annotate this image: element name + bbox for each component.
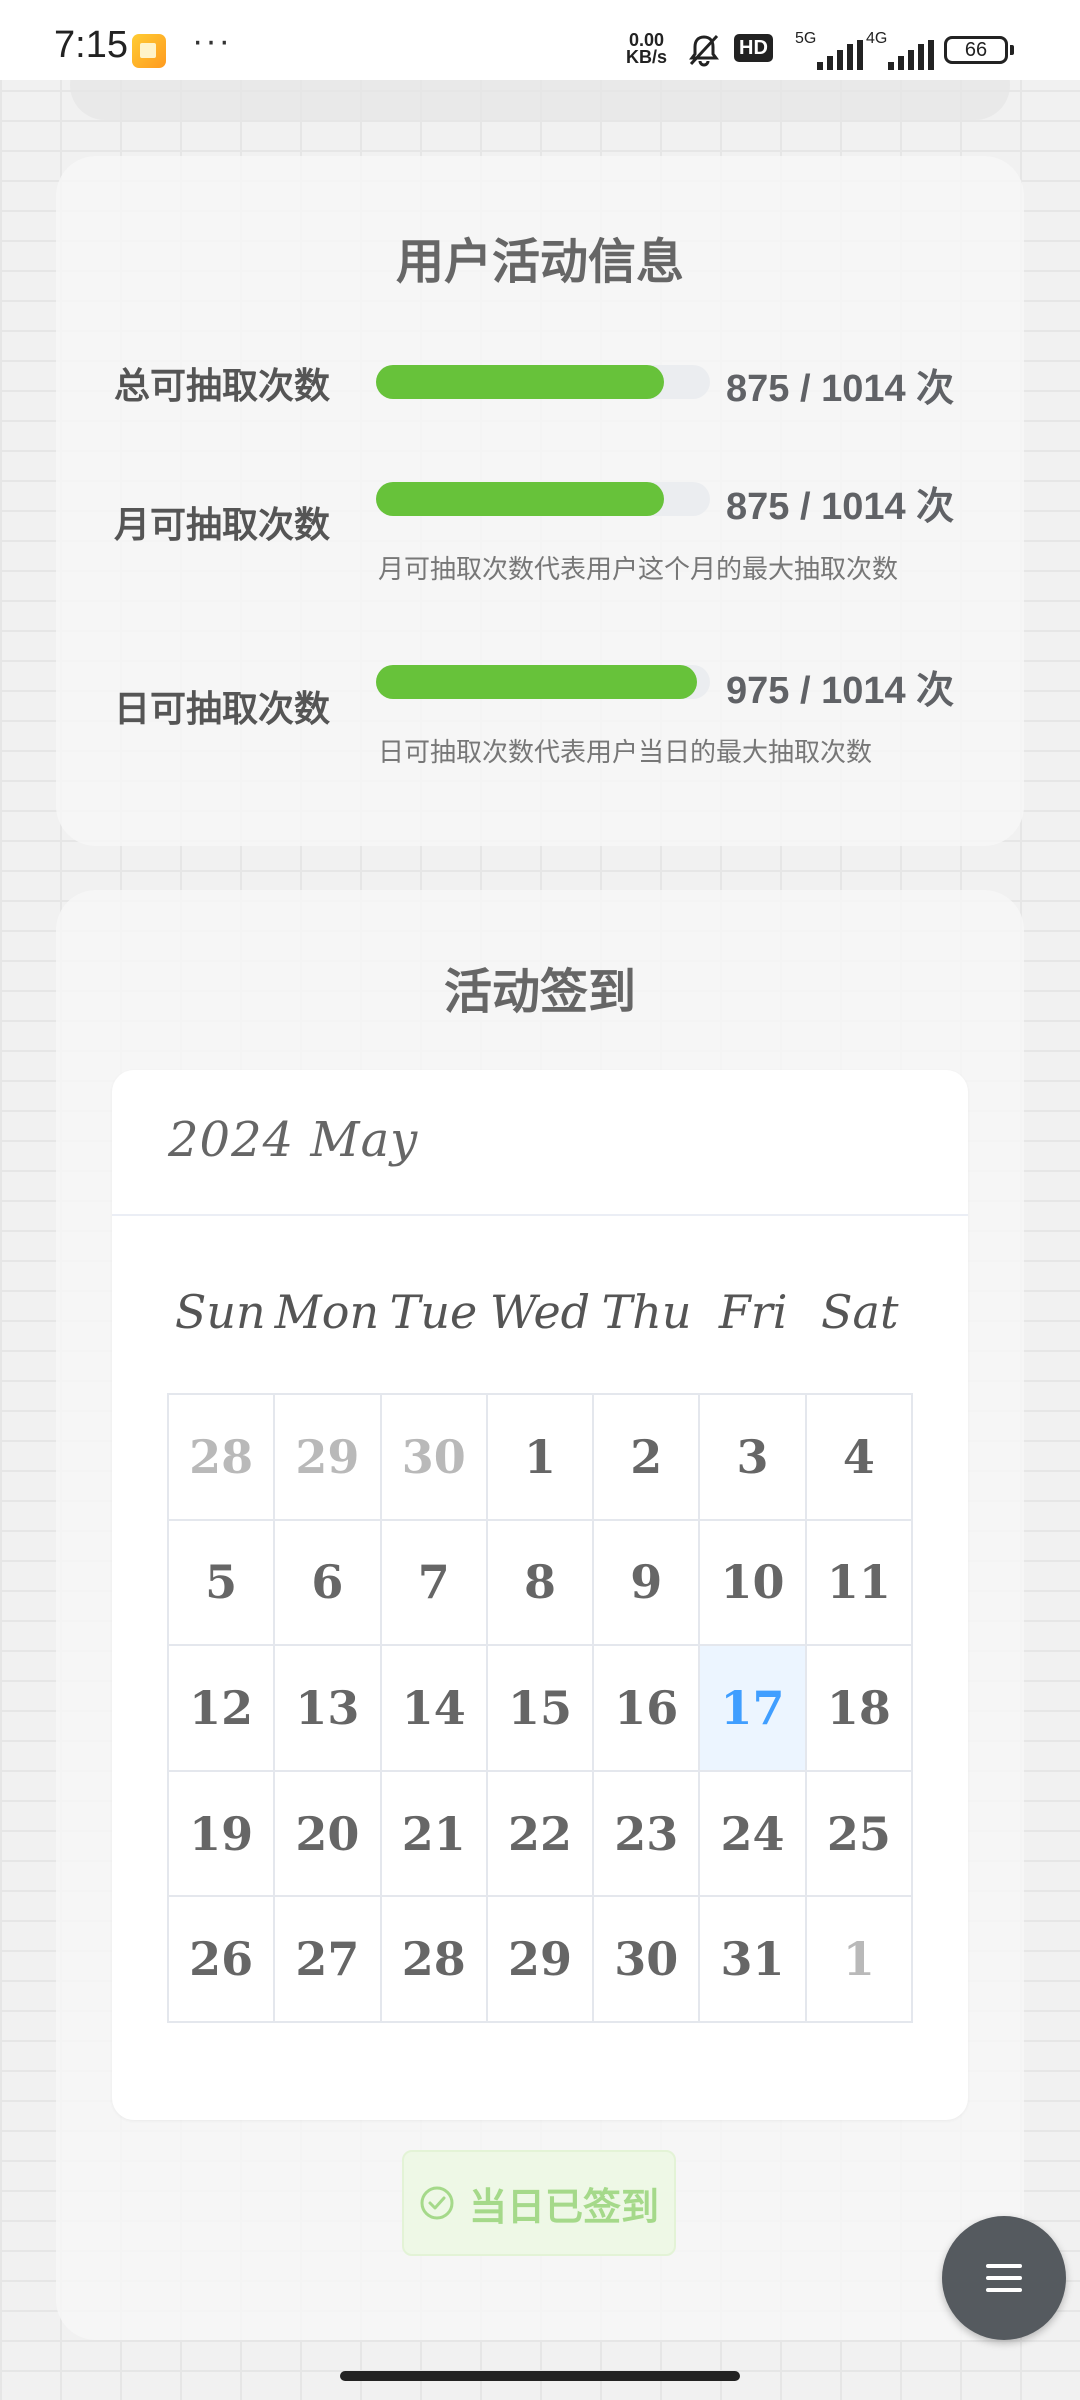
network-speed-unit: KB/s [626, 47, 668, 67]
menu-icon [986, 2264, 1022, 2292]
calendar-day[interactable]: 14 [381, 1646, 488, 1772]
calendar-day[interactable]: 30 [594, 1897, 701, 2023]
row-count: 975 / 1014 次 [726, 670, 955, 712]
calendar-day[interactable]: 24 [700, 1771, 807, 1898]
calendar-day[interactable]: 7 [381, 1520, 488, 1647]
calendar-day-other-month[interactable]: 1 [806, 1897, 913, 2023]
calendar-day[interactable]: 12 [169, 1646, 276, 1772]
calendar-day[interactable]: 29 [487, 1897, 595, 2023]
weekday-label: Sat [821, 1285, 899, 1339]
signal-4g-icon: 4G [866, 30, 936, 70]
calendar-day[interactable]: 25 [806, 1771, 913, 1898]
battery-level: 66 [964, 39, 988, 61]
status-bar: 7:15 ··· 0.00 KB/s HD 5G 4G 66 [0, 0, 1080, 80]
calendar-day[interactable]: 4 [806, 1395, 913, 1521]
calendar-day[interactable]: 21 [381, 1771, 488, 1898]
signal-5g-label: 5G [795, 30, 817, 47]
calendar-day[interactable]: 23 [594, 1771, 701, 1898]
calendar-day[interactable]: 31 [700, 1897, 807, 2023]
battery-icon: 66 [944, 36, 1014, 64]
calendar-day[interactable]: 22 [487, 1771, 595, 1898]
weekday-label: Tue [389, 1285, 478, 1339]
calendar-day[interactable]: 26 [169, 1897, 276, 2023]
calendar-day[interactable]: 20 [275, 1771, 382, 1898]
calendar-day[interactable]: 1 [487, 1395, 595, 1521]
status-time: 7:15 [54, 24, 128, 66]
row-label: 总可抽取次数 [114, 365, 331, 406]
progress-fill [376, 482, 665, 516]
calendar-day[interactable]: 9 [594, 1520, 701, 1647]
row-count: 875 / 1014 次 [726, 368, 955, 410]
signed-in-button[interactable]: 当日已签到 [402, 2150, 676, 2256]
weekday-label: Wed [489, 1285, 591, 1339]
row-note: 月可抽取次数代表用户这个月的最大抽取次数 [378, 554, 899, 584]
weekday-label: Sun [174, 1285, 266, 1339]
menu-fab-button[interactable] [942, 2216, 1066, 2340]
calendar-day-today[interactable]: 17 [700, 1646, 807, 1772]
weekday-label: Fri [718, 1285, 788, 1339]
weekday-header: Sun Mon Tue Wed Thu Fri Sat [167, 1285, 913, 1339]
calendar-day-other-month[interactable]: 29 [275, 1395, 382, 1521]
home-indicator[interactable] [340, 2371, 740, 2381]
calendar-day[interactable]: 5 [169, 1520, 276, 1647]
row-label: 日可抽取次数 [114, 688, 331, 729]
calendar-day-other-month[interactable]: 30 [381, 1395, 488, 1521]
mute-bell-icon [689, 34, 719, 67]
calendar-day[interactable]: 8 [487, 1520, 595, 1647]
hd-voice-badge: HD [734, 34, 773, 62]
calendar-day[interactable]: 3 [700, 1395, 807, 1521]
progress-track [376, 482, 710, 516]
calendar-day[interactable]: 18 [806, 1646, 913, 1772]
row-label: 月可抽取次数 [114, 504, 331, 545]
calendar-header: 2024 May [112, 1070, 968, 1216]
check-circle-icon [420, 2186, 454, 2220]
activity-info-title: 用户活动信息 [395, 236, 684, 289]
calendar-day[interactable]: 16 [594, 1646, 701, 1772]
calendar-title: 2024 May [168, 1112, 419, 1168]
calendar-day[interactable]: 13 [275, 1646, 382, 1772]
notes-app-icon [132, 34, 166, 68]
progress-track [376, 365, 710, 399]
calendar: 2024 May Sun Mon Tue Wed Thu Fri Sat 28 2… [112, 1070, 968, 2120]
progress-track [376, 665, 710, 699]
signal-4g-label: 4G [866, 30, 888, 47]
calendar-day[interactable]: 10 [700, 1520, 807, 1647]
more-notifications-icon: ··· [192, 22, 232, 60]
sign-in-title: 活动签到 [443, 966, 636, 1019]
calendar-day-other-month[interactable]: 28 [169, 1395, 276, 1521]
calendar-grid: 28 29 30 1 2 3 4 5 6 7 8 9 10 11 12 13 14 15 16 17 18 19 20 21 2… [167, 1393, 913, 2023]
calendar-day[interactable]: 27 [275, 1897, 382, 2023]
weekday-label: Mon [274, 1285, 380, 1339]
calendar-day[interactable]: 19 [169, 1771, 276, 1898]
progress-fill [376, 365, 665, 399]
progress-fill [376, 665, 698, 699]
row-note: 日可抽取次数代表用户当日的最大抽取次数 [378, 737, 873, 767]
signal-5g-icon: 5G [795, 30, 865, 70]
row-count: 875 / 1014 次 [726, 486, 955, 528]
calendar-day[interactable]: 6 [275, 1520, 382, 1647]
calendar-day[interactable]: 15 [487, 1646, 595, 1772]
calendar-day[interactable]: 11 [806, 1520, 913, 1647]
signed-in-label: 当日已签到 [468, 2186, 659, 2229]
network-speed: 0.00 KB/s [626, 31, 668, 67]
calendar-day[interactable]: 28 [381, 1897, 488, 2023]
weekday-label: Thu [601, 1285, 692, 1339]
calendar-day[interactable]: 2 [594, 1395, 701, 1521]
